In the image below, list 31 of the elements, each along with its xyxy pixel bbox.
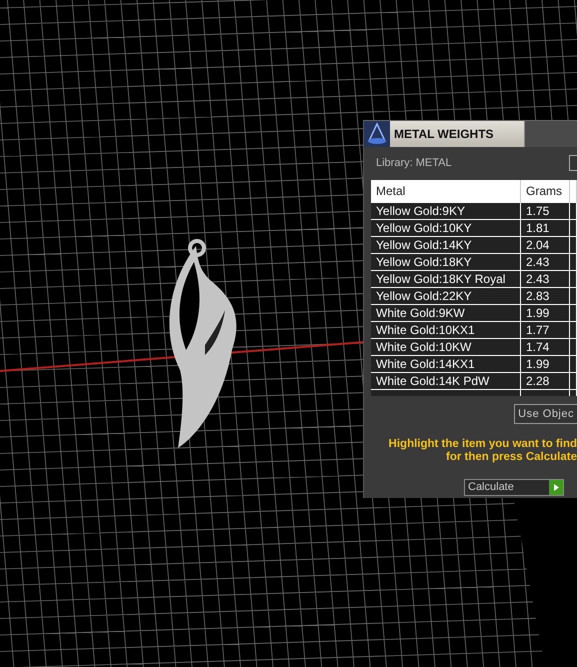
table-cell: White Gold:14K PdW [371,372,521,388]
library-label: Library: METAL [376,156,452,171]
table-cell: 1.74 [521,338,570,354]
table-cell: White Gold:14KX1 [371,356,521,372]
table-cell: White Gold:10KX1 [371,322,521,338]
table-cell: Yellow Gold:14KY [371,236,521,252]
table-cell: Yellow Gold:18KY Royal [371,270,521,286]
table-cell: Yellow Gold:18KY [371,254,521,270]
table-cell: 2.28 [521,372,570,388]
table-cell: 2.04 [521,236,570,252]
table-cell: 2.43 [521,254,570,270]
table-cell: Yellow Gold:9KY [371,202,521,218]
table-cell: 1.99 [521,356,570,372]
table-cell: 2.83 [521,288,570,304]
dropdown-value: Calculate [468,480,514,496]
table-cell: White Gold:10KW [371,338,521,354]
cone-icon [364,121,390,147]
instruction-text: Highlight the item you want to find [388,438,577,451]
instruction-text: for then press Calculate [444,451,577,464]
table-cell: 2.43 [521,270,570,286]
table-cell: 1.77 [521,322,570,338]
table-cell: Yellow Gold:22KY [371,288,521,304]
action-dropdown[interactable]: Calculate [464,479,564,496]
panel-title-tab[interactable]: METAL WEIGHTS [390,121,525,147]
table-cell: 1.99 [521,304,570,320]
table-cell: 1.75 [521,202,570,218]
table-cell: Yellow Gold:10KY [371,220,521,236]
table-cell: White Gold:9KW [371,304,521,320]
table-cell: 1.81 [521,220,570,236]
use-object-button[interactable]: Use Objec [514,404,577,424]
library-button[interactable] [569,155,577,172]
